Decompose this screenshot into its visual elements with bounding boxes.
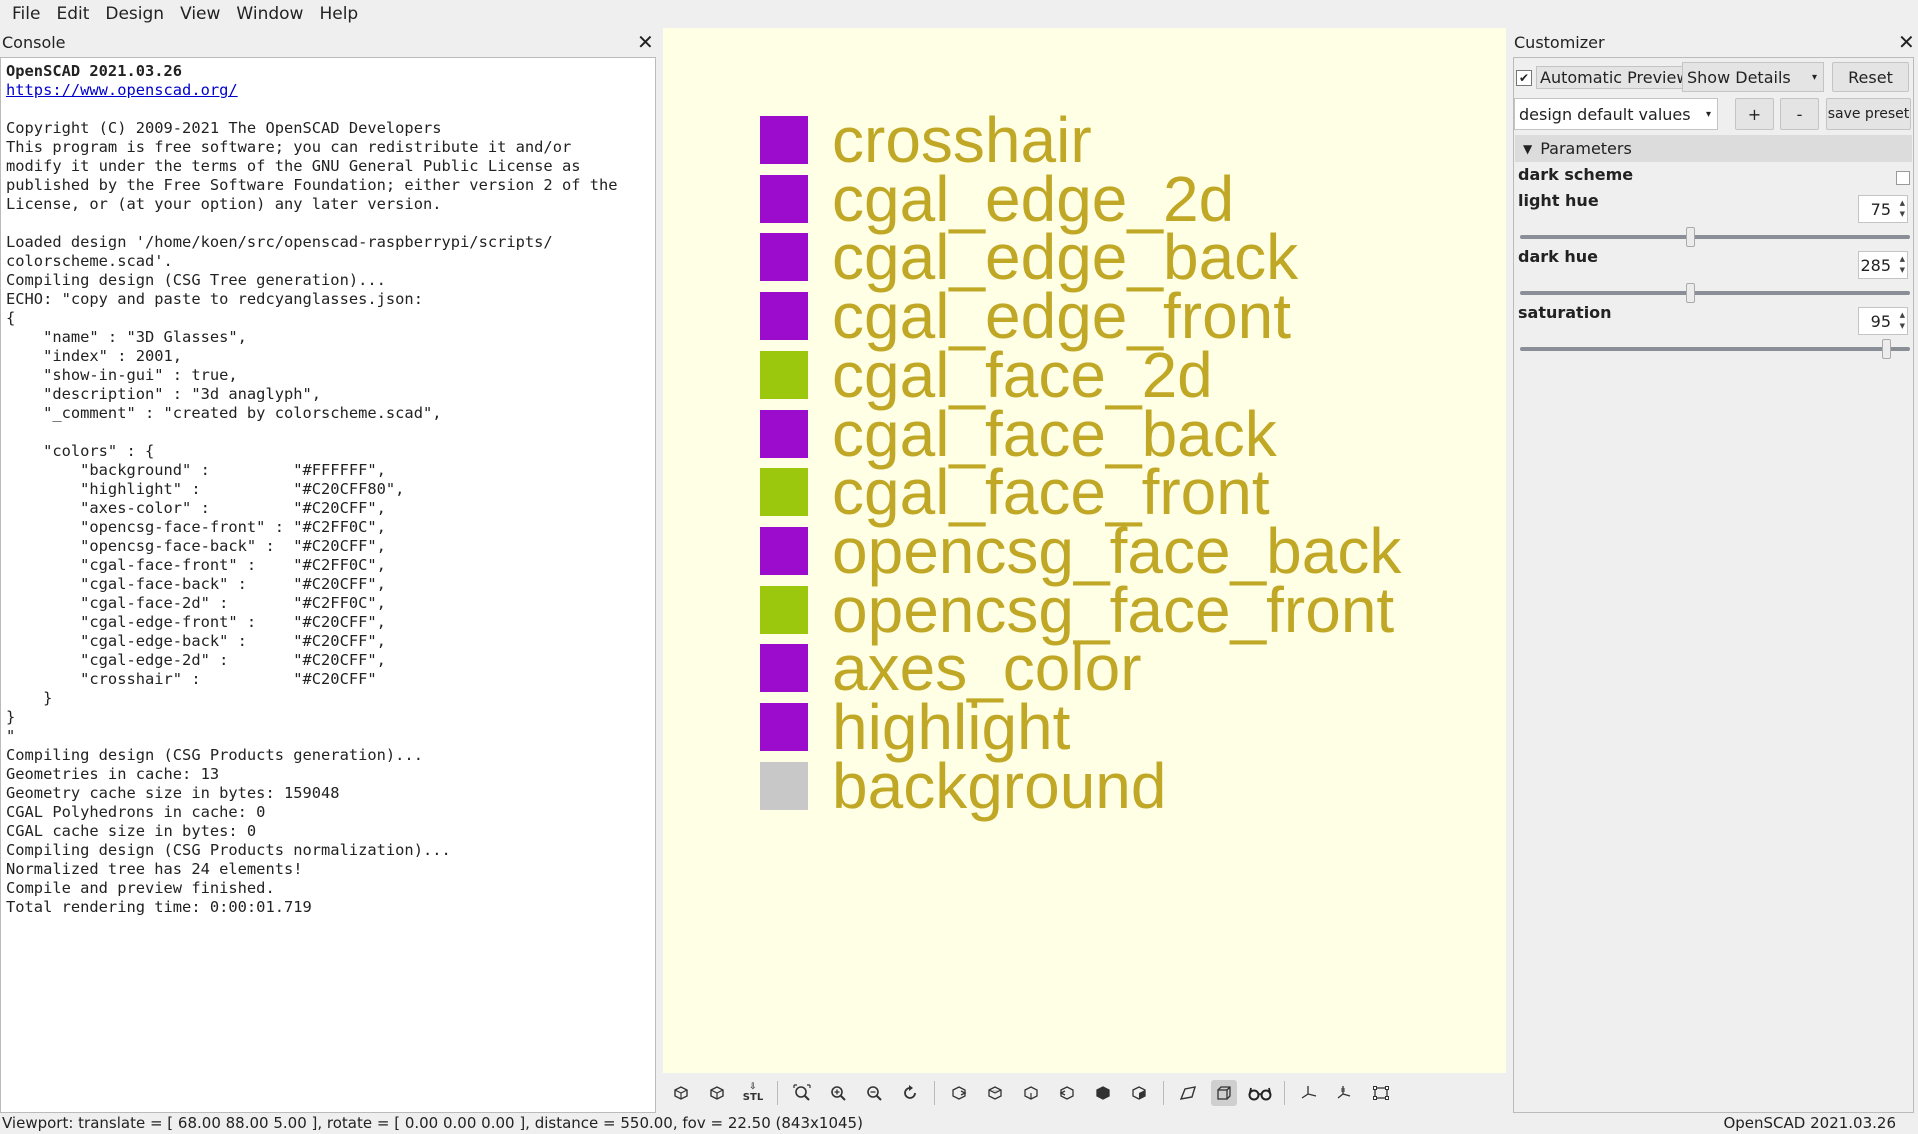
view-right-icon[interactable] — [946, 1080, 972, 1106]
dark-hue-slider-handle[interactable] — [1685, 283, 1695, 303]
version-label: OpenSCAD 2021.03.26 — [1723, 1114, 1896, 1132]
toolbar-separator — [1284, 1081, 1285, 1105]
viewport-toolbar: ⇩ STL — [663, 1075, 1506, 1111]
orthogonal-icon[interactable] — [1211, 1080, 1237, 1106]
legend-swatch — [760, 585, 808, 634]
render-icon[interactable] — [704, 1080, 730, 1106]
console-output[interactable]: OpenSCAD 2021.03.26 https://www.openscad.… — [0, 57, 656, 1113]
view-bottom-icon[interactable] — [1018, 1080, 1044, 1106]
light-hue-spinbox[interactable]: 75 ▲ ▼ — [1858, 195, 1908, 223]
light-hue-value: 75 — [1870, 199, 1891, 219]
show-details-value: Show Details — [1687, 67, 1791, 87]
save-preset-button[interactable]: save preset — [1826, 98, 1911, 130]
legend-label: background — [832, 749, 1167, 822]
preset-dropdown[interactable]: design default values ▾ — [1514, 98, 1718, 130]
viewport-info: Viewport: translate = [ 68.00 88.00 5.00… — [2, 1114, 863, 1132]
dark-hue-slider[interactable] — [1520, 283, 1910, 303]
export-stl-icon[interactable]: ⇩ STL — [740, 1080, 766, 1106]
console-log-text: Copyright (C) 2009-2021 The OpenSCAD Dev… — [6, 119, 618, 916]
dark-hue-value: 285 — [1860, 255, 1891, 275]
menu-bar: File Edit Design View Window Help — [0, 0, 1918, 28]
legend-swatch — [760, 350, 808, 399]
legend-swatch — [760, 174, 808, 223]
legend-swatch — [760, 644, 808, 693]
legend-swatch — [760, 292, 808, 341]
light-hue-label: light hue — [1518, 191, 1599, 210]
saturation-value: 95 — [1870, 311, 1891, 331]
spin-arrows-icon[interactable]: ▲ ▼ — [1900, 310, 1905, 332]
legend-swatch — [760, 526, 808, 575]
light-hue-slider[interactable] — [1520, 227, 1910, 247]
console-close-icon[interactable]: ✕ — [637, 32, 654, 52]
remove-preset-button[interactable]: - — [1780, 98, 1819, 130]
view-top-icon[interactable] — [982, 1080, 1008, 1106]
console-version-heading: OpenSCAD 2021.03.26 — [6, 62, 183, 80]
preview-icon[interactable] — [668, 1080, 694, 1106]
spin-arrows-icon[interactable]: ▲ ▼ — [1900, 254, 1905, 276]
zoom-in-icon[interactable] — [825, 1080, 851, 1106]
toolbar-separator — [934, 1081, 935, 1105]
show-edges-icon[interactable] — [1368, 1080, 1394, 1106]
view-back-icon[interactable] — [1126, 1080, 1152, 1106]
view-left-icon[interactable] — [1054, 1080, 1080, 1106]
anaglyph-glasses-icon[interactable] — [1247, 1080, 1273, 1106]
preset-value: design default values — [1519, 104, 1691, 124]
dark-scheme-label: dark scheme — [1518, 165, 1634, 184]
chevron-down-icon: ▾ — [1811, 71, 1817, 83]
menu-window[interactable]: Window — [228, 0, 311, 28]
3d-viewport[interactable]: crosshair cgal_edge_2d cgal_edge_back cgal_… — [663, 28, 1506, 1073]
customizer-panel: ✔ Automatic Preview Show Details ▾ Reset … — [1513, 57, 1914, 1113]
legend-swatch — [760, 468, 808, 517]
perspective-icon[interactable] — [1175, 1080, 1201, 1106]
spin-arrows-icon[interactable]: ▲ ▼ — [1900, 198, 1905, 220]
view-all-icon[interactable] — [789, 1080, 815, 1106]
menu-view[interactable]: View — [172, 0, 228, 28]
show-axes-icon[interactable] — [1296, 1080, 1322, 1106]
collapse-triangle-icon: ▼ — [1523, 141, 1533, 156]
openscad-website-link[interactable]: https://www.openscad.org/ — [6, 81, 238, 99]
saturation-slider[interactable] — [1520, 339, 1910, 359]
dark-scheme-checkbox[interactable] — [1896, 171, 1910, 185]
chevron-down-icon: ▾ — [1705, 108, 1711, 120]
reset-view-icon[interactable] — [897, 1080, 923, 1106]
customizer-title: Customizer — [1514, 33, 1605, 52]
dark-hue-label: dark hue — [1518, 247, 1598, 266]
saturation-label: saturation — [1518, 303, 1612, 322]
reset-button[interactable]: Reset — [1832, 62, 1909, 92]
saturation-slider-handle[interactable] — [1881, 339, 1891, 359]
menu-file[interactable]: File — [0, 0, 48, 28]
export-stl-label: STL — [742, 1092, 764, 1103]
view-front-icon[interactable] — [1090, 1080, 1116, 1106]
zoom-out-icon[interactable] — [861, 1080, 887, 1106]
show-details-dropdown[interactable]: Show Details ▾ — [1682, 62, 1824, 92]
legend-row: background — [760, 754, 1166, 818]
saturation-spinbox[interactable]: 95 ▲ ▼ — [1858, 307, 1908, 335]
legend-swatch — [760, 703, 808, 751]
automatic-preview-row: ✔ Automatic Preview — [1516, 66, 1694, 89]
menu-design[interactable]: Design — [97, 0, 172, 28]
legend-swatch — [760, 116, 808, 164]
legend-swatch — [760, 761, 808, 810]
legend-swatch — [760, 233, 808, 282]
automatic-preview-checkbox[interactable]: ✔ — [1516, 69, 1532, 86]
customizer-close-icon[interactable]: ✕ — [1898, 32, 1915, 52]
toolbar-separator — [1163, 1081, 1164, 1105]
menu-help[interactable]: Help — [311, 0, 366, 28]
toolbar-separator — [777, 1081, 778, 1105]
show-scale-markers-icon[interactable] — [1332, 1080, 1358, 1106]
console-title: Console — [2, 33, 66, 52]
light-hue-slider-handle[interactable] — [1685, 227, 1695, 247]
automatic-preview-label[interactable]: Automatic Preview — [1536, 66, 1694, 89]
status-bar: Viewport: translate = [ 68.00 88.00 5.00… — [0, 1113, 1918, 1134]
add-preset-button[interactable]: + — [1735, 98, 1774, 130]
parameters-section-title: Parameters — [1540, 139, 1632, 158]
dark-hue-spinbox[interactable]: 285 ▲ ▼ — [1858, 251, 1908, 279]
parameters-section-header[interactable]: ▼ Parameters — [1515, 135, 1912, 162]
legend-swatch — [760, 409, 808, 458]
menu-edit[interactable]: Edit — [48, 0, 97, 28]
